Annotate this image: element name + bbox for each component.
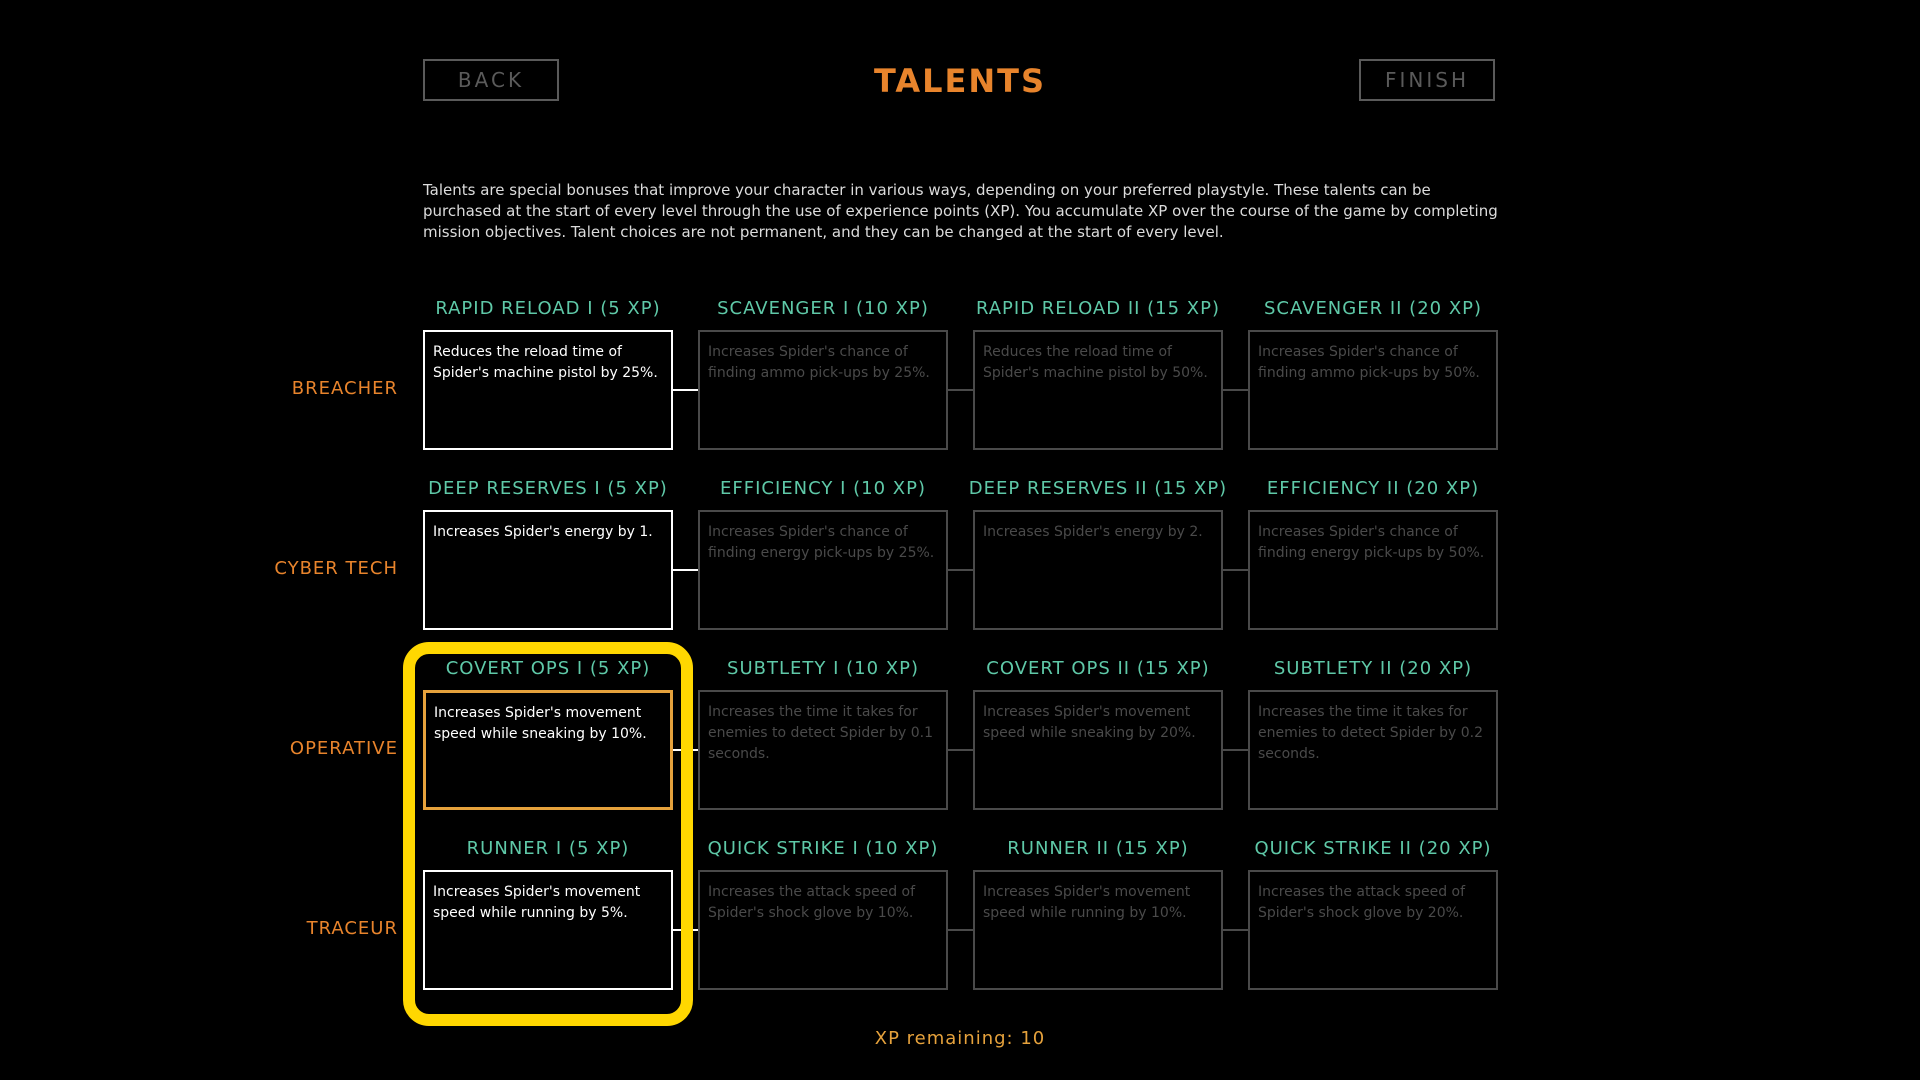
talent-connector (1223, 389, 1248, 391)
talent-connector (1223, 929, 1248, 931)
talent-connector (948, 389, 973, 391)
talent-card-runner-ii-15-xp[interactable]: Increases Spider's movement speed while … (973, 870, 1223, 990)
talent-card-rapid-reload-i-5-xp[interactable]: Reduces the reload time of Spider's mach… (423, 330, 673, 450)
finish-button[interactable]: FINISH (1359, 59, 1495, 101)
row-label-operative: OPERATIVE (289, 738, 398, 759)
talent-title: SCAVENGER I (10 XP) (717, 298, 929, 319)
talent-card-quick-strike-i-10-xp[interactable]: Increases the attack speed of Spider's s… (698, 870, 948, 990)
talent-title: SCAVENGER II (20 XP) (1263, 298, 1483, 319)
talent-card-runner-i-5-xp[interactable]: Increases Spider's movement speed while … (423, 870, 673, 990)
talent-connector (673, 749, 698, 751)
talent-connector (673, 569, 698, 571)
talent-card-covert-ops-i-5-xp[interactable]: Increases Spider's movement speed while … (423, 690, 673, 810)
talent-card-efficiency-ii-20-xp[interactable]: Increases Spider's chance of finding ene… (1248, 510, 1498, 630)
talent-title: RUNNER I (5 XP) (466, 838, 630, 859)
talent-card-scavenger-i-10-xp[interactable]: Increases Spider's chance of finding amm… (698, 330, 948, 450)
talent-connector (1223, 569, 1248, 571)
talent-connector (948, 929, 973, 931)
talent-card-efficiency-i-10-xp[interactable]: Increases Spider's chance of finding ene… (698, 510, 948, 630)
talent-card-rapid-reload-ii-15-xp[interactable]: Reduces the reload time of Spider's mach… (973, 330, 1223, 450)
talent-title: RUNNER II (15 XP) (1007, 838, 1189, 859)
talent-title: QUICK STRIKE I (10 XP) (707, 838, 939, 859)
talent-title: RAPID RELOAD I (5 XP) (435, 298, 661, 319)
talent-title: SUBTLETY II (20 XP) (1273, 658, 1473, 679)
back-button[interactable]: BACK (423, 59, 559, 101)
talent-title: QUICK STRIKE II (20 XP) (1254, 838, 1492, 859)
talent-card-subtlety-i-10-xp[interactable]: Increases the time it takes for enemies … (698, 690, 948, 810)
talent-card-scavenger-ii-20-xp[interactable]: Increases Spider's chance of finding amm… (1248, 330, 1498, 450)
talent-title: RAPID RELOAD II (15 XP) (975, 298, 1221, 319)
talent-connector (673, 389, 698, 391)
talent-title: COVERT OPS II (15 XP) (986, 658, 1210, 679)
talent-card-quick-strike-ii-20-xp[interactable]: Increases the attack speed of Spider's s… (1248, 870, 1498, 990)
talents-description: Talents are special bonuses that improve… (423, 181, 1498, 241)
talents-screen: BACK TALENTS FINISH Talents are special … (0, 0, 1920, 1080)
talent-title: COVERT OPS I (5 XP) (445, 658, 651, 679)
talent-connector (948, 569, 973, 571)
row-label-traceur: TRACEUR (306, 918, 398, 939)
talent-connector (948, 749, 973, 751)
talent-title: EFFICIENCY II (20 XP) (1266, 478, 1480, 499)
talent-title: DEEP RESERVES I (5 XP) (428, 478, 668, 499)
talent-connector (1223, 749, 1248, 751)
page-title: TALENTS (873, 62, 1046, 100)
talent-connector (673, 929, 698, 931)
talent-title: EFFICIENCY I (10 XP) (720, 478, 926, 499)
row-label-cyber-tech: CYBER TECH (274, 558, 398, 579)
row-label-breacher: BREACHER (291, 378, 398, 399)
talent-title: DEEP RESERVES II (15 XP) (968, 478, 1228, 499)
talent-card-covert-ops-ii-15-xp[interactable]: Increases Spider's movement speed while … (973, 690, 1223, 810)
talent-card-subtlety-ii-20-xp[interactable]: Increases the time it takes for enemies … (1248, 690, 1498, 810)
xp-remaining: XP remaining: 10 (874, 1028, 1046, 1049)
talent-card-deep-reserves-i-5-xp[interactable]: Increases Spider's energy by 1. (423, 510, 673, 630)
talent-title: SUBTLETY I (10 XP) (727, 658, 919, 679)
talent-card-deep-reserves-ii-15-xp[interactable]: Increases Spider's energy by 2. (973, 510, 1223, 630)
